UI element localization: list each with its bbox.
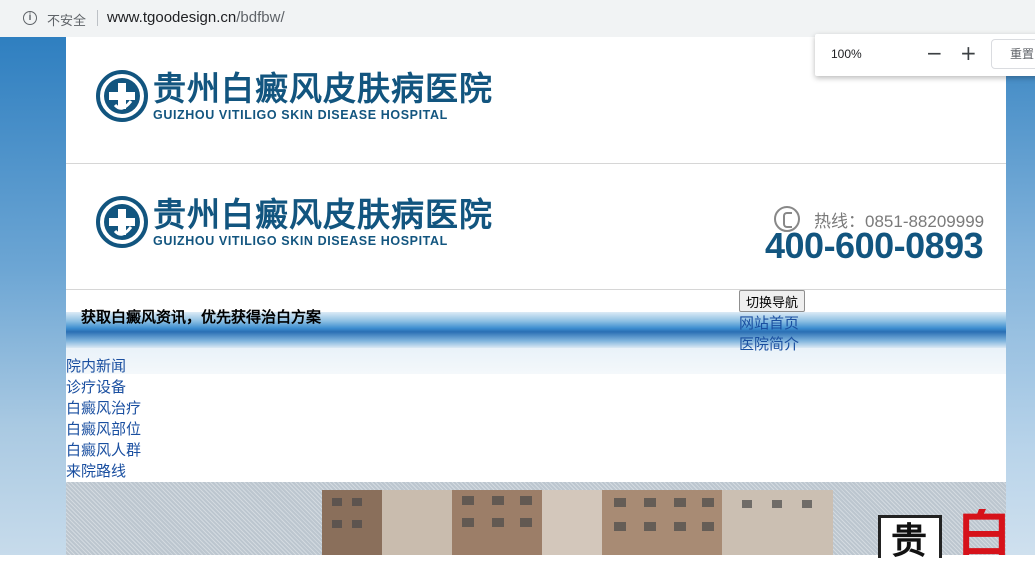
nav-item-groups[interactable]: 白癜风人群 <box>66 440 141 461</box>
hospital-emblem-icon <box>96 196 148 248</box>
nav-item-equipment[interactable]: 诊疗设备 <box>66 377 126 398</box>
hospital-logo[interactable]: 贵州白癜风皮肤病医院 GUIZHOU VITILIGO SKIN DISEASE… <box>95 195 493 249</box>
nav-item-home[interactable]: 网站首页 <box>739 313 799 334</box>
logo-english-name: GUIZHOU VITILIGO SKIN DISEASE HOSPITAL <box>153 107 448 122</box>
zoom-reset-button[interactable]: 重置 <box>991 39 1035 69</box>
hospital-logo[interactable]: 贵州白癜风皮肤病医院 GUIZHOU VITILIGO SKIN DISEASE… <box>95 69 493 123</box>
nav-item-news[interactable]: 院内新闻 <box>66 356 126 377</box>
hospital-emblem-icon <box>96 70 148 122</box>
nav-item-body-parts[interactable]: 白癜风部位 <box>66 419 141 440</box>
red-sign-character: 白 <box>956 509 1006 555</box>
logo-chinese-name: 贵州白癜风皮肤病医院 <box>153 68 493 108</box>
nav-item-about[interactable]: 医院简介 <box>739 334 799 355</box>
hospital-sign: 贵 <box>878 515 942 562</box>
logo-english-name: GUIZHOU VITILIGO SKIN DISEASE HOSPITAL <box>153 233 448 248</box>
content-area: 贵州白癜风皮肤病医院 GUIZHOU VITILIGO SKIN DISEASE… <box>66 37 1006 562</box>
zoom-out-button[interactable]: − <box>926 40 943 66</box>
divider <box>97 10 98 26</box>
security-label[interactable]: 不安全 <box>47 10 86 29</box>
hospital-building-photo <box>322 490 833 555</box>
nav-item-route[interactable]: 来院路线 <box>66 461 126 482</box>
url-domain: www.tgoodesign.cn <box>107 9 237 26</box>
divider <box>66 289 1006 290</box>
phone-number[interactable]: 400-600-0893 <box>765 224 984 268</box>
sign-character: 贵 <box>891 521 928 562</box>
url-path: /bdfbw/ <box>236 9 285 26</box>
switch-nav-button[interactable]: 切换导航 <box>739 290 806 312</box>
divider <box>66 163 1006 164</box>
info-icon[interactable]: i <box>23 11 37 25</box>
zoom-popup: 100% − + 重置 <box>815 34 1035 76</box>
zoom-level: 100% <box>831 47 862 61</box>
tagline: 获取白癜风资讯，优先获得治白方案 <box>81 308 322 326</box>
url-text[interactable]: www.tgoodesign.cn/bdfbw/ <box>107 9 285 26</box>
address-bar[interactable]: i 不安全 www.tgoodesign.cn/bdfbw/ <box>0 0 1035 38</box>
nav-item-treatment[interactable]: 白癜风治疗 <box>66 398 141 419</box>
zoom-in-button[interactable]: + <box>960 40 977 66</box>
red-sign: 白 <box>950 509 1006 555</box>
page-background <box>1006 37 1035 555</box>
web-page: 贵州白癜风皮肤病医院 GUIZHOU VITILIGO SKIN DISEASE… <box>0 37 1035 562</box>
nav-background <box>66 348 1006 374</box>
logo-chinese-name: 贵州白癜风皮肤病医院 <box>153 194 493 234</box>
